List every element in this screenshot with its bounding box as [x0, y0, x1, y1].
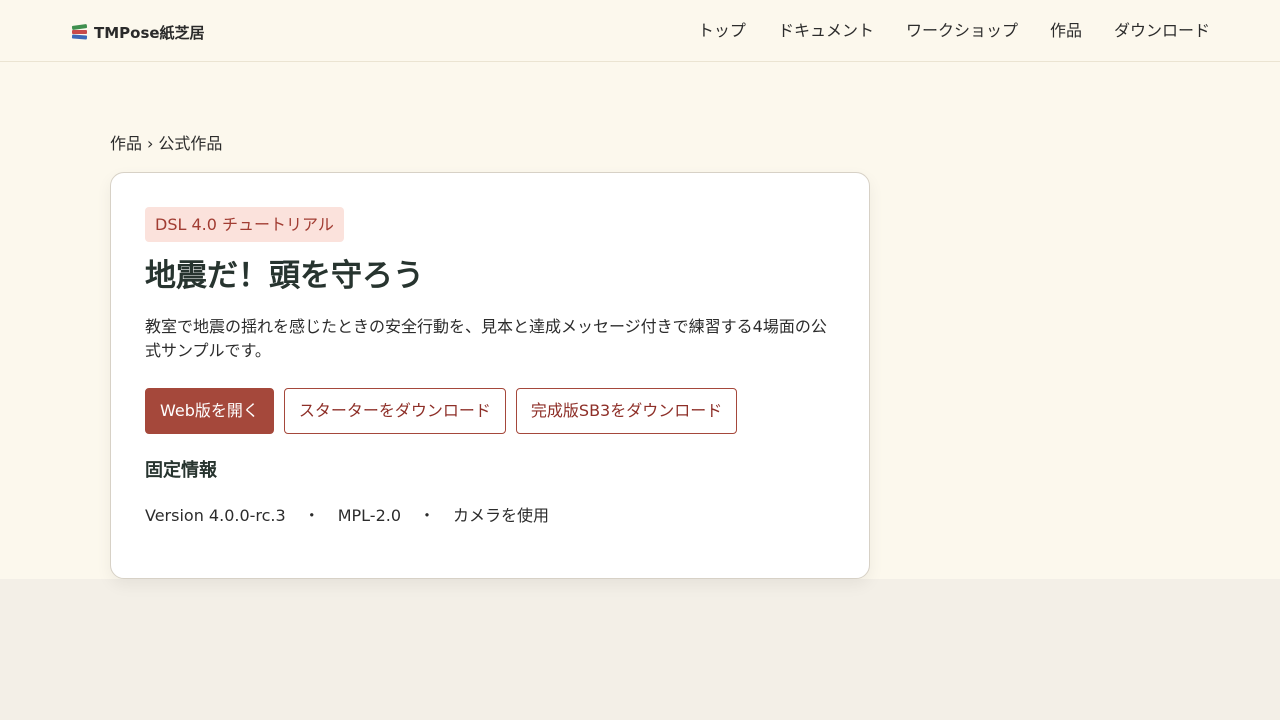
work-card: DSL 4.0 チュートリアル 地震だ！頭を守ろう 教室で地震の揺れを感じたとき…	[110, 172, 870, 579]
breadcrumb-parent-link[interactable]: 作品	[110, 133, 142, 155]
main-nav: トップ ドキュメント ワークショップ 作品 ダウンロード	[698, 20, 1210, 42]
breadcrumb: 作品 › 公式作品	[110, 133, 222, 155]
work-title: 地震だ！頭を守ろう	[145, 258, 424, 294]
breadcrumb-current: 公式作品	[158, 134, 223, 153]
nav-item-top[interactable]: トップ	[698, 20, 746, 42]
brand-logo-link[interactable]: TMPose紙芝居	[70, 20, 205, 44]
breadcrumb-separator: ›	[147, 134, 154, 153]
open-web-button[interactable]: Web版を開く	[145, 388, 274, 434]
fixed-info-list: Version 4.0.0-rc.3 ・ MPL-2.0 ・ カメラを使用	[145, 505, 549, 527]
nav-item-download[interactable]: ダウンロード	[1114, 20, 1210, 42]
action-buttons: Web版を開く スターターをダウンロード 完成版SB3をダウンロード	[145, 388, 738, 434]
work-description: 教室で地震の揺れを感じたときの安全行動を、見本と達成メッセージ付きで練習する4場…	[145, 317, 827, 360]
site-header: TMPose紙芝居 トップ ドキュメント ワークショップ 作品 ダウンロード	[0, 0, 1280, 62]
version-text: Version 4.0.0-rc.3	[145, 506, 286, 525]
camera-usage-text: カメラを使用	[453, 506, 550, 525]
brand-name: TMPose紙芝居	[94, 23, 205, 42]
meta-separator: ・	[419, 506, 436, 525]
nav-item-workshop[interactable]: ワークショップ	[906, 20, 1018, 42]
tutorial-tag: DSL 4.0 チュートリアル	[145, 207, 344, 242]
meta-separator: ・	[303, 506, 320, 525]
nav-item-works[interactable]: 作品	[1050, 20, 1082, 42]
books-icon	[70, 23, 89, 42]
download-complete-sb3-button[interactable]: 完成版SB3をダウンロード	[515, 388, 738, 434]
nav-item-docs[interactable]: ドキュメント	[778, 20, 874, 42]
license-text: MPL-2.0	[337, 506, 402, 525]
download-starter-button[interactable]: スターターをダウンロード	[283, 388, 506, 434]
fixed-info-heading: 固定情報	[145, 460, 217, 481]
